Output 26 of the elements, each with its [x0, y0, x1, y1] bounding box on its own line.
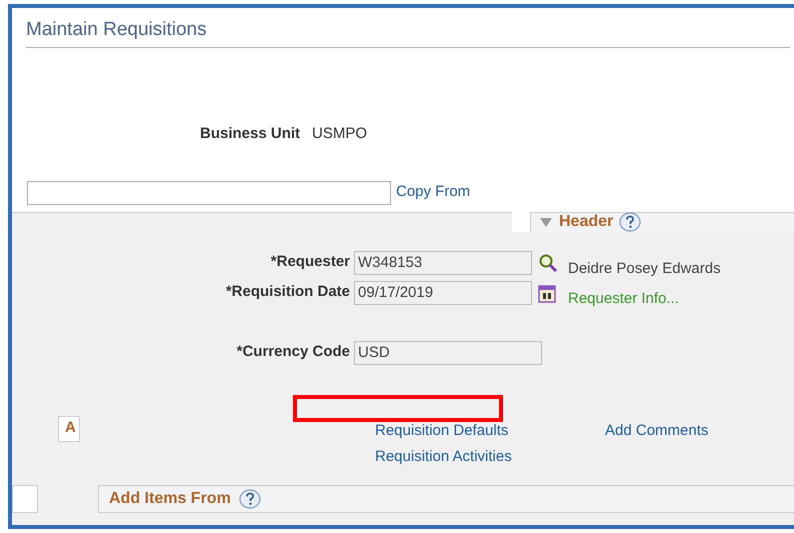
header-title: Header	[559, 212, 614, 232]
field-label: *Currency Code	[236, 342, 350, 362]
field-input[interactable]: USD	[354, 340, 542, 364]
field-label: Business Unit	[200, 124, 300, 144]
collapse-icon[interactable]	[539, 216, 553, 228]
field-value: USMPO	[312, 124, 368, 144]
field-input[interactable]: 09/17/2019	[354, 280, 532, 304]
requisition-link[interactable]: Add Comments	[605, 420, 708, 442]
field-label: *Requisition Date	[224, 282, 350, 302]
requisition-link[interactable]: Requisition Defaults	[375, 420, 605, 442]
requester-info-link[interactable]: Requester Info...	[568, 288, 679, 311]
window-title: Maintain Requisitions	[26, 19, 207, 40]
help-icon[interactable]	[619, 212, 642, 232]
side-box	[12, 484, 38, 512]
add-items-title: Add Items From	[109, 488, 231, 508]
requisition-link[interactable]: Requisition Activities	[375, 446, 605, 468]
field-label: *Requester	[270, 252, 350, 272]
header-panel[interactable]: Header	[530, 212, 794, 232]
requester-name: Deidre Posey Edwards	[568, 259, 721, 280]
copy-from-field[interactable]	[27, 180, 391, 204]
calendar-icon[interactable]	[538, 282, 556, 302]
help-icon[interactable]	[238, 488, 261, 508]
copy-from-link[interactable]: Copy From	[396, 181, 470, 204]
tab[interactable]: A	[58, 416, 80, 442]
field-input[interactable]: W348153	[354, 250, 532, 274]
search-icon[interactable]	[538, 252, 558, 272]
